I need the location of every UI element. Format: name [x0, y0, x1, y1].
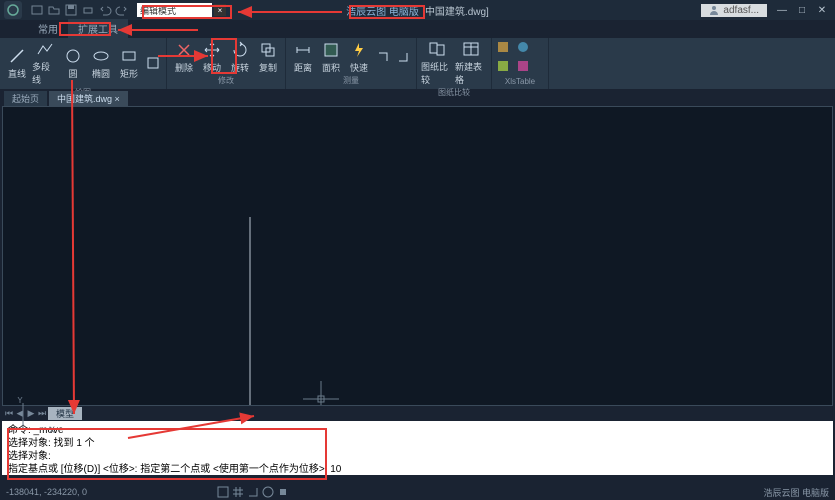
compare-button[interactable]: 图纸比较 [421, 40, 453, 86]
group-label-xls: XlsTable [496, 76, 544, 87]
copy-button[interactable]: 复制 [255, 40, 281, 74]
tab-common[interactable]: 常用 [28, 19, 68, 38]
ortho-icon[interactable] [247, 486, 259, 498]
print-icon[interactable] [81, 3, 95, 17]
delete-button[interactable]: 删除 [171, 40, 197, 74]
layout-first[interactable]: ⏮ [4, 408, 14, 419]
status-toggles[interactable] [217, 486, 289, 498]
search-input[interactable]: 编辑模式 [137, 3, 212, 17]
close-button[interactable]: ✕ [813, 3, 831, 17]
measure-more[interactable] [374, 40, 392, 74]
circle-button[interactable]: 圆 [60, 40, 86, 86]
osnap-icon[interactable] [277, 486, 289, 498]
group-label-compare: 图纸比较 [421, 86, 487, 99]
polyline-button[interactable]: 多段线 [32, 40, 58, 86]
doc-tab-file[interactable]: 中国建筑.dwg × [49, 91, 128, 106]
ribbon: 直线 多段线 圆 椭圆 矩形 绘图 删除 移动 旋转 复制 修改 距离 面积 快… [0, 38, 835, 90]
doc-title: 中国建筑.dwg] [425, 3, 489, 18]
group-label-modify: 修改 [171, 74, 281, 87]
user-account[interactable]: adfasf... [701, 4, 767, 17]
move-button[interactable]: 移动 [199, 40, 225, 74]
group-label-measure: 测量 [290, 74, 412, 87]
line-button[interactable]: 直线 [4, 40, 30, 86]
distance-button[interactable]: 距离 [290, 40, 316, 74]
snap-icon[interactable] [217, 486, 229, 498]
status-coords: -138041, -234220, 0 [6, 487, 87, 497]
rect-button[interactable]: 矩形 [116, 40, 142, 86]
rotate-button[interactable]: 旋转 [227, 40, 253, 74]
misc-icon2[interactable] [516, 40, 534, 54]
app-logo [4, 1, 22, 19]
undo-icon[interactable] [98, 3, 112, 17]
newtable-button[interactable]: 新建表格 [455, 40, 487, 86]
search-close-icon[interactable]: × [214, 4, 226, 16]
misc-icon4[interactable] [516, 59, 534, 73]
maximize-button[interactable]: □ [793, 3, 811, 17]
app-title: 浩辰云图 电脑版 [346, 3, 419, 18]
misc-icon3[interactable] [496, 59, 514, 73]
svg-text:X: X [49, 425, 55, 435]
command-line[interactable]: 命令: _move 选择对象: 找到 1 个 选择对象: 指定基点或 [位移(D… [2, 421, 833, 475]
open-icon[interactable] [47, 3, 61, 17]
more-draw-button[interactable] [144, 40, 162, 86]
quick-access-toolbar [30, 3, 129, 17]
svg-text:Y: Y [17, 397, 23, 405]
tab-extend-tools[interactable]: 扩展工具 [68, 19, 128, 38]
status-brand: 浩辰云图 电脑版 [763, 486, 829, 499]
ellipse-button[interactable]: 椭圆 [88, 40, 114, 86]
grid-icon[interactable] [232, 486, 244, 498]
quick-button[interactable]: 快速 [346, 40, 372, 74]
redo-icon[interactable] [115, 3, 129, 17]
doc-tab-start[interactable]: 起始页 [4, 91, 47, 106]
qat-icon[interactable] [30, 3, 44, 17]
minimize-button[interactable]: — [773, 3, 791, 17]
area-button[interactable]: 面积 [318, 40, 344, 74]
misc-icon1[interactable] [496, 40, 514, 54]
save-icon[interactable] [64, 3, 78, 17]
polar-icon[interactable] [262, 486, 274, 498]
measure-more2[interactable] [394, 40, 412, 74]
drawing-canvas[interactable]: YX [2, 106, 833, 406]
